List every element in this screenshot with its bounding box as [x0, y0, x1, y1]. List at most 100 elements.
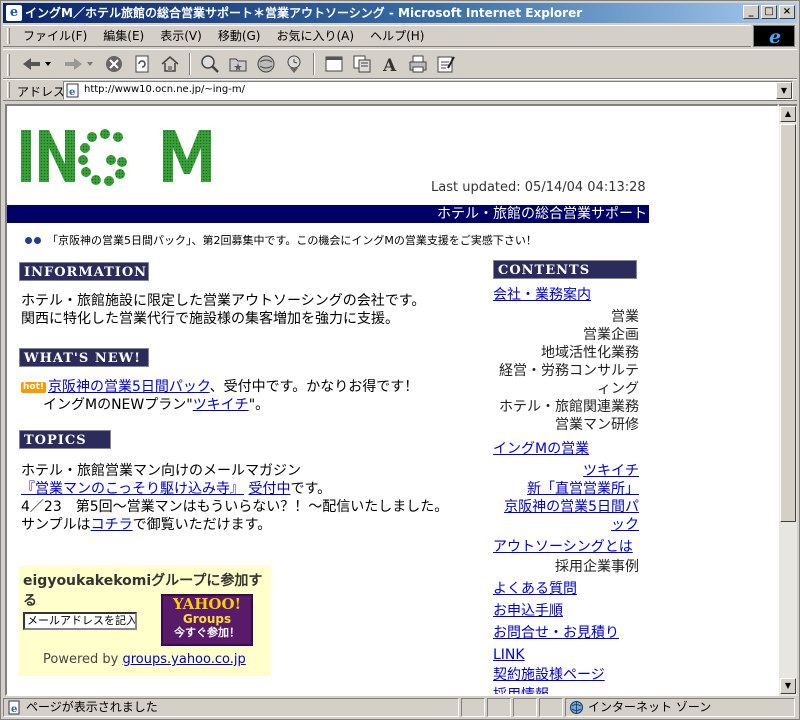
search-button[interactable]: [197, 52, 223, 76]
magazine-link[interactable]: 『営業マンのこっそり駆け込み寺』: [21, 481, 244, 497]
toolbar-grip[interactable]: [7, 54, 10, 76]
outsourcing-link[interactable]: アウトソーシングとは: [493, 538, 639, 556]
printer-icon: [409, 55, 427, 73]
toolbar-separator: [313, 53, 315, 75]
back-button[interactable]: [17, 52, 57, 76]
menu-help[interactable]: ヘルプ(H): [364, 26, 430, 46]
window-title: イングM／ホテル旅館の総合営業サポート＊営業アウトソーシング - Microso…: [25, 6, 583, 20]
menu-go[interactable]: 移動(G): [212, 26, 267, 46]
status-bar: e ページが表示されました インターネット ゾーン: [3, 698, 797, 719]
email-field[interactable]: メールアドレスを記入: [23, 612, 137, 630]
page-viewport: Last updated: 05/14/04 04:13:28 ホテル・旅館の総…: [5, 104, 779, 696]
topics-line-3: 4／23 第5回〜営業マンはもういらない？！〜配信いたしました。: [21, 499, 449, 515]
faq-link[interactable]: よくある質問: [493, 580, 639, 598]
maximize-button[interactable]: □: [761, 5, 777, 19]
accepting-link[interactable]: 受付中: [248, 481, 290, 497]
status-text-pane: e ページが表示されました: [3, 698, 459, 717]
scroll-up-icon[interactable]: ▲: [780, 106, 796, 122]
edit-note-icon: [437, 56, 455, 73]
fullscreen-button[interactable]: [321, 52, 347, 76]
menubar-grip[interactable]: [7, 28, 10, 44]
menu-file[interactable]: ファイル(F): [17, 26, 93, 46]
refresh-icon: [135, 55, 149, 73]
whats-new-line-1: hot! 京阪神の営業5日間パック、受付中です。かなりお得です！: [21, 378, 418, 396]
edit-button[interactable]: [433, 52, 459, 76]
refresh-button[interactable]: [129, 52, 155, 76]
yahoo-btn-line-2: Groups: [182, 612, 232, 626]
recruit-link[interactable]: 採用情報: [493, 686, 639, 694]
status-pane-empty-2: [487, 698, 511, 717]
minimize-button[interactable]: _: [743, 5, 759, 19]
whats-new-text-2b: "。: [248, 397, 270, 413]
address-input[interactable]: e http://www10.ocn.ne.jp/~ing-m/ ▼: [63, 81, 793, 100]
addressbar-grip[interactable]: [7, 82, 10, 98]
information-line-2: 関西に特化した営業代行で施設様の集客増加を強力に支援。: [21, 311, 399, 327]
status-pane-empty-3: [513, 698, 537, 717]
media-globe-icon: [257, 55, 275, 73]
home-button[interactable]: [157, 52, 183, 76]
company-item-sales: 営業: [611, 309, 639, 325]
application-steps-link[interactable]: お申込手順: [493, 602, 639, 620]
history-icon: [287, 55, 301, 73]
standard-toolbar: A: [3, 49, 797, 79]
mail-button[interactable]: [349, 52, 375, 76]
close-button[interactable]: ×: [779, 5, 795, 19]
address-dropdown-icon[interactable]: ▼: [776, 82, 792, 99]
yahoo-btn-line-1: YAHOO!: [172, 595, 242, 613]
font-size-button[interactable]: A: [377, 52, 403, 76]
contact-link[interactable]: お問合せ・お見積り: [493, 624, 639, 642]
topics-header: TOPICS: [19, 430, 111, 449]
link-page-link[interactable]: LINK: [493, 646, 639, 664]
ie-throbber: e: [753, 25, 795, 47]
company-item-consulting: 経営・労務コンサルティング: [499, 363, 639, 397]
status-pane-empty-1: [461, 698, 485, 717]
yahoo-btn-line-3: 今すぐ参加！: [174, 626, 240, 639]
ingm-sales-link[interactable]: イングMの営業: [493, 440, 639, 458]
topics-line-4-head: サンプルは: [21, 517, 91, 533]
menu-edit[interactable]: 編集(E): [97, 26, 150, 46]
whats-new-text-2a: イングMのNEWプラン": [43, 397, 193, 413]
topics-line-4: サンプルはコチラで御覧いただけます。: [21, 516, 448, 534]
sample-link[interactable]: コチラ: [91, 517, 133, 533]
direct-office-link[interactable]: 新「直営営業所」: [493, 480, 639, 498]
contract-page-link[interactable]: 契約施設様ページ: [493, 666, 639, 684]
favorites-button[interactable]: [225, 52, 251, 76]
pack-nav-link[interactable]: 京阪神の営業5日間パック: [493, 498, 639, 534]
whats-new-text: hot! 京阪神の営業5日間パック、受付中です。かなりお得です！ イングMのNEW…: [21, 378, 418, 414]
last-updated: Last updated: 05/14/04 04:13:28: [431, 180, 646, 195]
zone-pane: インターネット ゾーン: [565, 698, 795, 717]
yahoo-groups-link[interactable]: groups.yahoo.co.jp: [123, 652, 246, 667]
status-text: ページが表示されました: [26, 700, 158, 714]
yahoo-join-button[interactable]: YAHOO! Groups 今すぐ参加！: [161, 594, 253, 646]
menu-view[interactable]: 表示(V): [154, 26, 208, 46]
scroll-thumb[interactable]: [780, 124, 796, 522]
company-item-planning: 営業企画: [583, 327, 639, 343]
powered-by: Powered by groups.yahoo.co.jp: [43, 652, 246, 667]
forward-button[interactable]: [59, 52, 99, 76]
status-pane-empty-4: [539, 698, 563, 717]
company-item-regional: 地域活性化業務: [541, 345, 639, 361]
tsukiichi-nav-link[interactable]: ツキイチ: [493, 462, 639, 480]
favorites-folder-icon: [229, 58, 247, 72]
pack-link[interactable]: 京阪神の営業5日間パック: [48, 379, 210, 395]
history-button[interactable]: [281, 52, 307, 76]
browser-window: e イングM／ホテル旅館の総合営業サポート＊営業アウトソーシング - Micro…: [0, 0, 800, 720]
whats-new-text-1: 、受付中です。かなりお得です！: [209, 379, 419, 395]
tsukiichi-link[interactable]: ツキイチ: [193, 397, 249, 413]
vertical-scrollbar[interactable]: ▲ ▼: [779, 104, 797, 696]
menu-favorites[interactable]: お気に入り(A): [270, 26, 360, 46]
news-ticker: 「京阪神の営業5日間パック」、第2回募集中です。この機会にイングMの営業支援をご…: [25, 232, 537, 248]
search-icon: [201, 55, 219, 73]
information-line-1: ホテル・旅館施設に限定した営業アウトソーシングの会社です。: [21, 293, 426, 309]
company-link[interactable]: 会社・業務案内: [493, 286, 639, 304]
yahoo-groups-box: eigyoukakekomiグループに参加する メールアドレスを記入 YAHOO…: [19, 566, 271, 676]
svg-text:A: A: [382, 56, 397, 74]
page-icon: e: [66, 83, 79, 98]
stop-button[interactable]: [101, 52, 127, 76]
company-item-training: 営業マン研修: [555, 417, 639, 433]
print-button[interactable]: [405, 52, 431, 76]
whats-new-line-2: イングMのNEWプラン"ツキイチ"。: [21, 396, 418, 414]
scroll-down-icon[interactable]: ▼: [780, 678, 796, 694]
company-item-hotel: ホテル・旅館関連業務: [499, 399, 639, 415]
media-button[interactable]: [253, 52, 279, 76]
